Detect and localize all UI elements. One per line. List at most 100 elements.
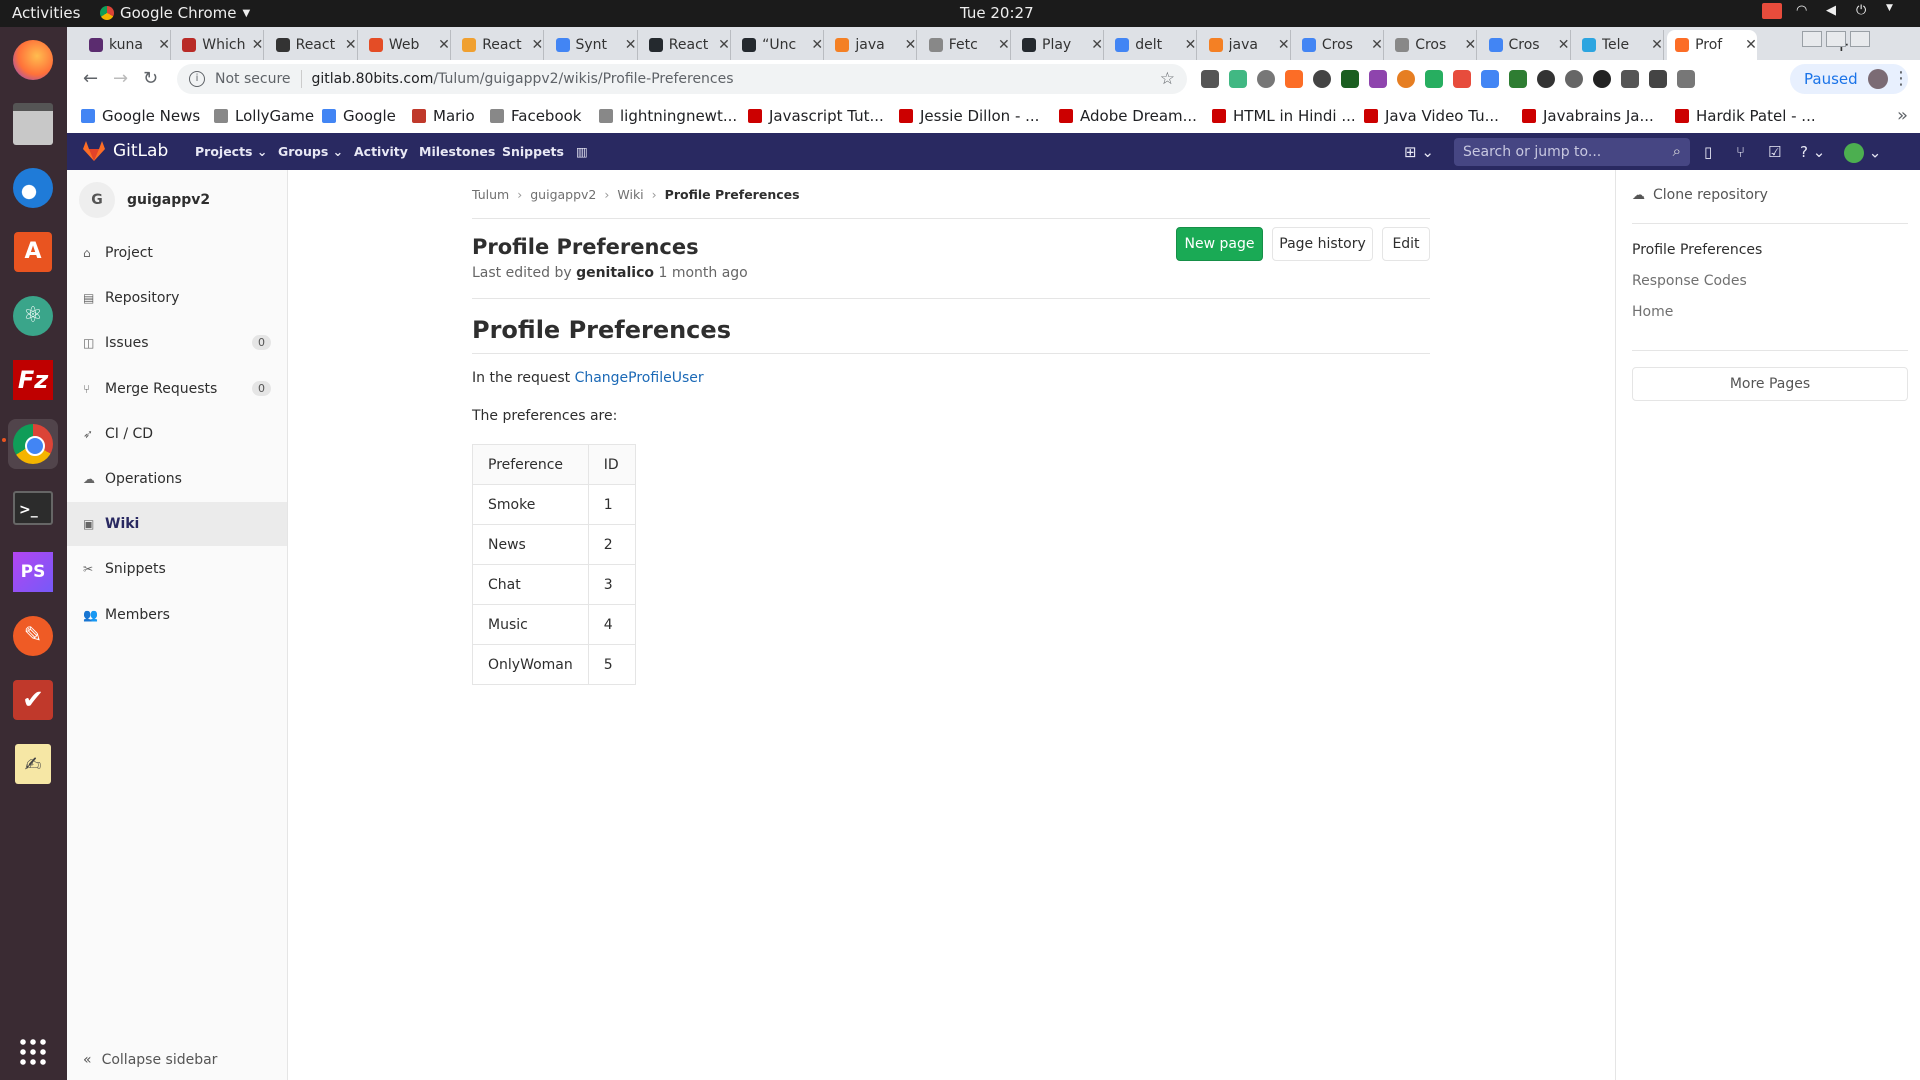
project-header[interactable]: G guigappv2 <box>79 182 210 218</box>
tab[interactable]: Cros ✕ <box>1481 30 1571 60</box>
sidebar-item-snippets[interactable]: ✂ Snippets <box>67 547 287 591</box>
tab[interactable]: Fetc ✕ <box>921 30 1011 60</box>
tab[interactable]: React ✕ <box>454 30 545 60</box>
extension-icon[interactable] <box>1369 70 1387 88</box>
extension-beta-icon[interactable] <box>1425 70 1443 88</box>
close-tab-icon[interactable]: ✕ <box>998 37 1010 53</box>
close-tab-icon[interactable]: ✕ <box>1745 37 1757 53</box>
tab[interactable]: React ✕ <box>268 30 358 60</box>
close-tab-icon[interactable]: ✕ <box>1091 37 1103 53</box>
extension-icon[interactable] <box>1537 70 1555 88</box>
tab[interactable]: Which ✕ <box>174 30 265 60</box>
close-tab-icon[interactable]: ✕ <box>905 37 917 53</box>
extension-icon[interactable] <box>1397 70 1415 88</box>
collapse-sidebar-button[interactable]: « Collapse sidebar <box>83 1052 217 1068</box>
sidebar-item-issues[interactable]: ◫ Issues 0 <box>67 321 287 365</box>
close-window-icon[interactable] <box>1850 31 1870 47</box>
thunderbird-icon[interactable] <box>8 163 58 213</box>
firefox-icon[interactable] <box>8 35 58 85</box>
close-tab-icon[interactable]: ✕ <box>345 37 357 53</box>
camera-icon[interactable] <box>1677 70 1695 88</box>
filezilla-icon[interactable]: Fz <box>8 355 58 405</box>
todos-icon[interactable]: ☑ <box>1768 143 1781 161</box>
plus-square-icon[interactable]: ⊞ ⌄ <box>1404 143 1434 161</box>
chevron-more-icon[interactable]: » <box>1897 105 1908 126</box>
close-tab-icon[interactable]: ✕ <box>1651 37 1663 53</box>
bookmark-item[interactable]: Adobe Dream... <box>1059 107 1197 125</box>
extension-icon[interactable] <box>1621 70 1639 88</box>
bookmark-item[interactable]: Javascript Tut... <box>748 107 884 125</box>
bookmark-item[interactable]: Javabrains Ja... <box>1522 107 1654 125</box>
app-grid-icon[interactable] <box>8 1027 58 1077</box>
sidebar-item-merge-requests[interactable]: ⑂ Merge Requests 0 <box>67 367 287 411</box>
tab[interactable]: Tele ✕ <box>1574 30 1664 60</box>
close-tab-icon[interactable]: ✕ <box>1558 37 1570 53</box>
edit-button[interactable]: Edit <box>1382 227 1430 261</box>
change-profile-user-link[interactable]: ChangeProfileUser <box>575 370 704 386</box>
text-editor-icon[interactable]: ✍ <box>8 739 58 789</box>
software-center-icon[interactable]: A <box>8 227 58 277</box>
more-pages-button[interactable]: More Pages <box>1632 367 1908 401</box>
extension-icon[interactable] <box>1313 70 1331 88</box>
minimize-icon[interactable] <box>1802 31 1822 47</box>
bookmark-item[interactable]: Mario <box>412 107 475 125</box>
profile-button[interactable]: Paused <box>1790 64 1908 94</box>
nav-snippets[interactable]: Snippets <box>502 144 564 159</box>
sidebar-item-wiki[interactable]: ▣ Wiki <box>67 502 287 547</box>
tab-active[interactable]: Prof ✕ <box>1667 30 1758 60</box>
chrome-dock-icon[interactable] <box>8 419 58 469</box>
tab[interactable]: Cros ✕ <box>1294 30 1384 60</box>
extension-icon[interactable] <box>1453 70 1471 88</box>
files-icon[interactable] <box>8 99 58 149</box>
bookmark-item[interactable]: LollyGame <box>214 107 314 125</box>
back-icon[interactable]: ← <box>83 68 98 89</box>
last-edited-author[interactable]: genitalico <box>576 265 654 281</box>
bookmark-item[interactable]: Facebook <box>490 107 581 125</box>
info-icon[interactable]: i <box>189 71 205 87</box>
breadcrumb-current[interactable]: Profile Preferences <box>665 187 800 202</box>
maximize-icon[interactable] <box>1826 31 1846 47</box>
close-tab-icon[interactable]: ✕ <box>625 37 637 53</box>
terminal-icon[interactable]: >_ <box>8 483 58 533</box>
gitlab-ext-icon[interactable] <box>1285 70 1303 88</box>
activities-button[interactable]: Activities <box>12 4 80 22</box>
bookmark-item[interactable]: Jessie Dillon - ... <box>899 107 1039 125</box>
bookmark-star-icon[interactable]: ☆ <box>1160 69 1175 89</box>
extension-icon[interactable] <box>1201 70 1219 88</box>
close-tab-icon[interactable]: ✕ <box>438 37 450 53</box>
nav-projects[interactable]: Projects ⌄ <box>195 144 267 159</box>
tasks-icon[interactable]: ✔ <box>8 675 58 725</box>
translate-icon[interactable] <box>1481 70 1499 88</box>
sidebar-item-repository[interactable]: ▤ Repository <box>67 276 287 320</box>
vue-devtools-icon[interactable] <box>1229 70 1247 88</box>
tab[interactable]: Cros ✕ <box>1387 30 1478 60</box>
app-menu[interactable]: Google Chrome ▼ <box>100 4 250 22</box>
bookmark-item[interactable]: Google <box>322 107 396 125</box>
close-tab-icon[interactable]: ✕ <box>811 37 823 53</box>
reload-icon[interactable]: ↻ <box>143 68 158 89</box>
chart-icon[interactable]: ▥ <box>576 144 588 159</box>
sidebar-toggle-icon[interactable]: ▯ <box>1704 143 1712 161</box>
nav-activity[interactable]: Activity <box>354 144 408 159</box>
breadcrumb-wiki[interactable]: Wiki <box>617 187 643 202</box>
close-tab-icon[interactable]: ✕ <box>1278 37 1290 53</box>
clone-repository-link[interactable]: ☁ Clone repository <box>1632 187 1768 203</box>
sidebar-item-project[interactable]: ⌂ Project <box>67 231 287 275</box>
extension-icon[interactable] <box>1257 70 1275 88</box>
extension-icon[interactable] <box>1593 70 1611 88</box>
tab[interactable]: “Unc ✕ <box>734 30 825 60</box>
bookmark-item[interactable]: Google News <box>81 107 200 125</box>
bookmark-item[interactable]: Java Video Tu... <box>1364 107 1499 125</box>
extension-icon[interactable] <box>1565 70 1583 88</box>
gitlab-home-link[interactable]: GitLab <box>83 141 168 161</box>
phpstorm-icon[interactable]: PS <box>8 547 58 597</box>
breadcrumb-group[interactable]: Tulum <box>472 187 509 202</box>
tab[interactable]: Web ✕ <box>361 30 451 60</box>
tab[interactable]: kuna ✕ <box>81 30 171 60</box>
user-avatar-icon[interactable]: ⌄ <box>1844 143 1881 163</box>
bookmark-item[interactable]: Hardik Patel - ... <box>1675 107 1816 125</box>
extension-icon[interactable] <box>1509 70 1527 88</box>
tab[interactable]: Play ✕ <box>1014 30 1104 60</box>
tab[interactable]: java ✕ <box>1201 30 1291 60</box>
merge-requests-icon[interactable]: ⑂ <box>1736 143 1745 161</box>
